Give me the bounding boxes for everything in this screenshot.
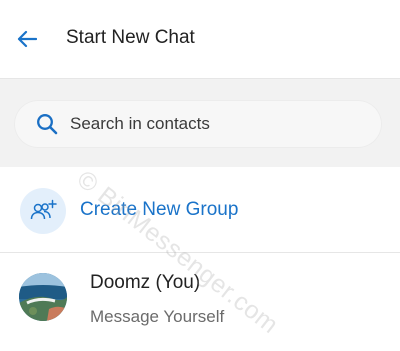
- contact-row[interactable]: Doomz (You) Message Yourself: [0, 253, 400, 351]
- contact-subtitle: Message Yourself: [90, 307, 225, 326]
- create-new-group-button[interactable]: Create New Group: [0, 168, 400, 253]
- page-title: Start New Chat: [66, 27, 195, 48]
- search-input[interactable]: [70, 100, 370, 148]
- avatar: [19, 273, 67, 321]
- contact-name: Doomz (You): [90, 272, 201, 293]
- coastal-photo-avatar: [19, 273, 67, 321]
- search-section: [0, 79, 400, 167]
- create-new-group-label: Create New Group: [80, 199, 239, 220]
- search-bar[interactable]: [14, 100, 382, 148]
- app-header: Start New Chat: [0, 0, 400, 79]
- add-group-icon: [30, 199, 57, 220]
- group-icon-circle: [20, 188, 66, 234]
- search-icon: [37, 114, 58, 135]
- arrow-left-icon: [17, 30, 37, 48]
- back-button[interactable]: [14, 26, 40, 52]
